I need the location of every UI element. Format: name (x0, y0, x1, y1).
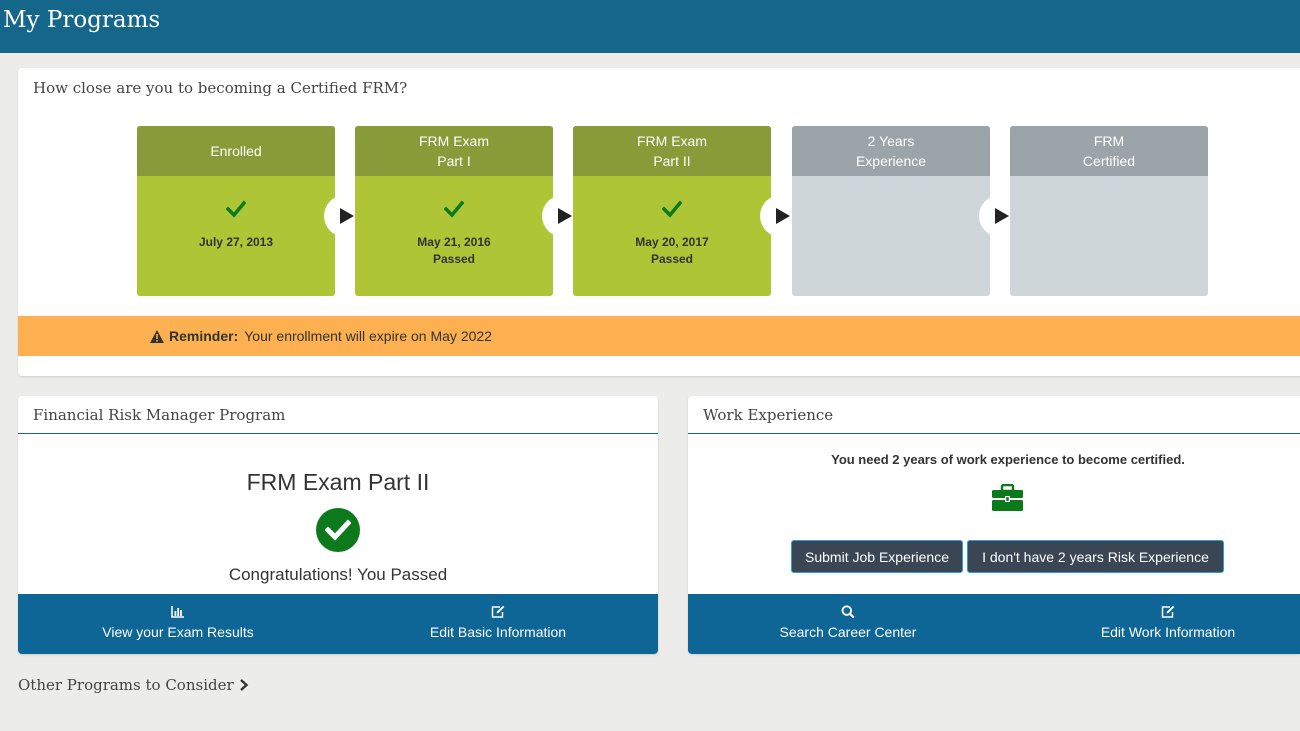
step-exam-part-2: FRM Exam Part II May 20, 2017 Passed (573, 126, 771, 296)
check-icon (355, 200, 553, 223)
bar-chart-icon (171, 606, 184, 618)
divider (688, 433, 1300, 434)
step-date: May 20, 2017 (635, 235, 709, 249)
search-career-center-link[interactable]: Search Career Center (688, 594, 1008, 654)
edit-work-information-label: Edit Work Information (1100, 624, 1236, 640)
submit-job-experience-button[interactable]: Submit Job Experience (791, 540, 963, 573)
step-date: May 21, 2016 (417, 235, 491, 249)
search-career-center-label: Search Career Center (779, 624, 917, 640)
work-experience-panel: Work Experience You need 2 years of work… (688, 396, 1300, 654)
other-programs-label: Other Programs to Consider (18, 676, 234, 694)
certification-progress-card: How close are you to becoming a Certifie… (18, 68, 1300, 376)
step-certified: FRM Certified (1010, 126, 1208, 296)
no-risk-experience-button[interactable]: I don't have 2 years Risk Experience (967, 540, 1224, 573)
edit-icon (1161, 605, 1175, 618)
check-circle-icon (316, 508, 360, 552)
edit-basic-information-link[interactable]: Edit Basic Information (338, 594, 658, 654)
top-header: My Programs (0, 0, 1300, 53)
view-exam-results-label: View your Exam Results (102, 624, 254, 640)
progress-heading: How close are you to becoming a Certifie… (33, 79, 408, 97)
step-enrolled: Enrolled July 27, 2013 (137, 126, 335, 296)
edit-basic-information-label: Edit Basic Information (429, 624, 567, 640)
briefcase-icon (992, 484, 1023, 511)
edit-work-information-link[interactable]: Edit Work Information (1008, 594, 1300, 654)
other-programs-link[interactable]: Other Programs to Consider (18, 676, 249, 694)
chevron-right-icon (239, 679, 248, 691)
page-title: My Programs (3, 7, 161, 33)
step-status: Passed (650, 252, 694, 266)
edit-icon (491, 605, 505, 618)
step-title-line2: Part I (437, 153, 471, 169)
program-action-bar: View your Exam Results Edit Basic Inform… (18, 594, 658, 654)
check-icon (137, 200, 335, 223)
step-status: Passed (432, 252, 476, 266)
step-title-line1: FRM (1093, 133, 1125, 149)
program-panel-heading: Financial Risk Manager Program (33, 406, 286, 424)
check-icon (573, 200, 771, 223)
step-title-line2: Certified (1082, 153, 1136, 169)
step-experience: 2 Years Experience (792, 126, 990, 296)
exam-title: FRM Exam Part II (246, 469, 430, 495)
step-title-line1: FRM Exam (637, 133, 707, 149)
pass-message: Congratulations! You Passed (228, 565, 448, 584)
view-exam-results-link[interactable]: View your Exam Results (18, 594, 338, 654)
step-title-line1: 2 Years (867, 133, 915, 149)
reminder-banner: Reminder: Your enrollment will expire on… (18, 316, 1300, 356)
step-title-line1: FRM Exam (419, 133, 489, 149)
reminder-label: Reminder: (169, 328, 239, 344)
work-action-bar: Search Career Center Edit Work Informati… (688, 594, 1300, 654)
step-title-line2: Experience (855, 153, 927, 169)
work-panel-heading: Work Experience (703, 406, 834, 424)
step-exam-part-1: FRM Exam Part I May 21, 2016 Passed (355, 126, 553, 296)
warning-icon (150, 329, 164, 343)
reminder-text: Your enrollment will expire on May 2022 (244, 328, 492, 344)
work-requirement-text: You need 2 years of work experience to b… (831, 452, 1185, 467)
step-date: July 27, 2013 (198, 235, 274, 249)
step-title-line2: Part II (653, 153, 691, 169)
search-icon (841, 605, 855, 618)
step-title-line2: Enrolled (210, 143, 262, 159)
frm-program-panel: Financial Risk Manager Program FRM Exam … (18, 396, 658, 654)
divider (18, 433, 658, 434)
